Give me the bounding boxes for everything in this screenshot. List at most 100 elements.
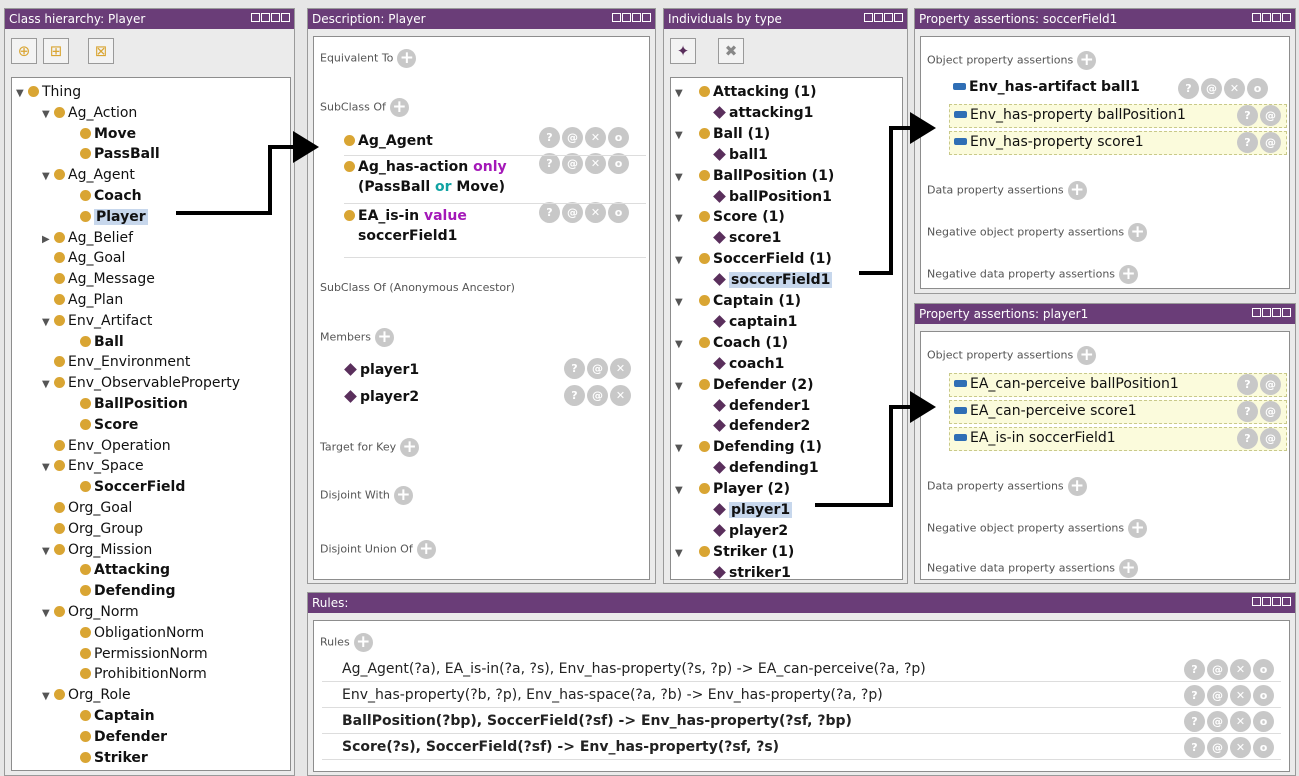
window-controls[interactable]	[251, 13, 290, 22]
rule-item[interactable]: Env_has-property(?b, ?p), Env_has-space(…	[322, 683, 1281, 708]
tree-node-thing[interactable]: ▼ Thing	[16, 82, 81, 103]
help-button[interactable]: ?	[564, 385, 585, 406]
expanded-toggle-icon[interactable]: ▼	[42, 541, 54, 562]
float-icon[interactable]	[1252, 308, 1261, 317]
expanded-toggle-icon[interactable]: ▼	[675, 334, 687, 355]
annotate-button[interactable]: @	[1207, 711, 1228, 732]
tree-node-prohibitionnorm[interactable]: ProhibitionNorm	[68, 664, 207, 685]
individual-node[interactable]: captain1	[713, 312, 797, 333]
delete-button[interactable]: ✕	[1230, 685, 1251, 706]
annotate-button[interactable]: @	[1260, 428, 1281, 449]
window-controls[interactable]	[1252, 13, 1291, 22]
window-controls[interactable]	[1252, 597, 1291, 606]
tree-node-org-group[interactable]: Org_Group	[42, 519, 143, 540]
delete-button[interactable]: ✕	[610, 385, 631, 406]
add-data-property-button[interactable]: +	[1067, 477, 1087, 496]
close-icon[interactable]	[1282, 308, 1291, 317]
delete-button[interactable]: ✕	[585, 127, 606, 148]
type-node[interactable]: ▼ Coach (1)	[675, 333, 788, 354]
tree-node-env-artifact[interactable]: ▼ Env_Artifact	[42, 311, 152, 332]
tree-node-ag-agent[interactable]: ▼ Ag_Agent	[42, 165, 135, 186]
add-negative-data-button[interactable]: +	[1119, 559, 1139, 578]
edit-button[interactable]: o	[1253, 659, 1274, 680]
close-icon[interactable]	[642, 13, 651, 22]
annotate-button[interactable]: @	[562, 202, 583, 223]
tree-node-obligationnorm[interactable]: ObligationNorm	[68, 623, 204, 644]
split-icon[interactable]	[622, 13, 631, 22]
close-icon[interactable]	[1282, 13, 1291, 22]
delete-button[interactable]: ✕	[585, 153, 606, 174]
tree-node-ag-action[interactable]: ▼ Ag_Action	[42, 103, 137, 124]
window-controls[interactable]	[612, 13, 651, 22]
add-disjoint-union-button[interactable]: +	[416, 540, 436, 559]
tree-node-org-mission[interactable]: ▼ Org_Mission	[42, 540, 152, 561]
type-node[interactable]: ▼ Captain (1)	[675, 291, 801, 312]
individual-node[interactable]: soccerField1	[713, 270, 833, 291]
tree-node-player[interactable]: Player	[68, 207, 148, 228]
edit-button[interactable]: o	[1253, 711, 1274, 732]
expanded-toggle-icon[interactable]: ▼	[675, 250, 687, 271]
add-subclass-button[interactable]: +	[389, 98, 409, 117]
help-button[interactable]: ?	[539, 127, 560, 148]
annotate-button[interactable]: @	[1207, 659, 1228, 680]
split-icon[interactable]	[874, 13, 883, 22]
split-icon[interactable]	[1262, 308, 1271, 317]
help-button[interactable]: ?	[1237, 428, 1258, 449]
tree-node-captain[interactable]: Captain	[68, 706, 155, 727]
float-icon[interactable]	[1252, 597, 1261, 606]
tree-node-env-operation[interactable]: Env_Operation	[42, 436, 171, 457]
split-icon[interactable]	[261, 13, 270, 22]
tree-node-env-environment[interactable]: Env_Environment	[42, 352, 190, 373]
annotate-button[interactable]: @	[562, 127, 583, 148]
tree-node-coach[interactable]: Coach	[68, 186, 142, 207]
annotate-button[interactable]: @	[562, 153, 583, 174]
close-icon[interactable]	[894, 13, 903, 22]
help-button[interactable]: ?	[1237, 374, 1258, 395]
float-icon[interactable]	[612, 13, 621, 22]
tree-node-move[interactable]: Move	[68, 124, 136, 145]
member-item[interactable]: player1	[344, 360, 419, 380]
annotate-button[interactable]: @	[1260, 374, 1281, 395]
add-rule-button[interactable]: +	[353, 633, 373, 652]
expanded-toggle-icon[interactable]: ▼	[42, 457, 54, 478]
expanded-toggle-icon[interactable]: ▼	[675, 438, 687, 459]
expanded-toggle-icon[interactable]: ▼	[675, 83, 687, 104]
add-object-property-button[interactable]: +	[1077, 51, 1097, 70]
edit-button[interactable]: o	[608, 153, 629, 174]
add-key-button[interactable]: +	[400, 438, 420, 457]
help-button[interactable]: ?	[564, 358, 585, 379]
edit-button[interactable]: o	[1253, 685, 1274, 706]
tree-node-ag-message[interactable]: Ag_Message	[42, 269, 155, 290]
individual-node[interactable]: player2	[713, 521, 788, 542]
individual-node[interactable]: attacking1	[713, 103, 813, 124]
delete-button[interactable]: ✕	[1230, 659, 1251, 680]
help-button[interactable]: ?	[1237, 401, 1258, 422]
type-node[interactable]: ▼ BallPosition (1)	[675, 166, 834, 187]
tree-node-org-norm[interactable]: ▼ Org_Norm	[42, 602, 139, 623]
edit-button[interactable]: o	[1247, 78, 1268, 99]
type-node[interactable]: ▼ Striker (1)	[675, 542, 794, 563]
tree-node-passball[interactable]: PassBall	[68, 144, 160, 165]
delete-button[interactable]: ✕	[1230, 737, 1251, 758]
collapsed-toggle-icon[interactable]: ▶	[42, 229, 54, 250]
add-subclass-button[interactable]: ⊕	[11, 38, 37, 64]
maximize-icon[interactable]	[271, 13, 280, 22]
add-member-button[interactable]: +	[374, 328, 394, 347]
tree-node-permissionnorm[interactable]: PermissionNorm	[68, 644, 208, 665]
help-button[interactable]: ?	[1237, 132, 1258, 153]
add-equivalent-button[interactable]: +	[397, 49, 417, 68]
tree-node-ag-belief[interactable]: ▶ Ag_Belief	[42, 228, 133, 249]
float-icon[interactable]	[251, 13, 260, 22]
expanded-toggle-icon[interactable]: ▼	[42, 686, 54, 707]
annotate-button[interactable]: @	[587, 385, 608, 406]
individual-node[interactable]: striker1	[713, 563, 791, 579]
edit-button[interactable]: o	[608, 127, 629, 148]
delete-class-button[interactable]: ⊠	[88, 38, 114, 64]
tree-node-org-goal[interactable]: Org_Goal	[42, 498, 132, 519]
window-controls[interactable]	[864, 13, 903, 22]
member-item[interactable]: player2	[344, 387, 419, 407]
individual-node[interactable]: defender1	[713, 396, 810, 417]
type-node[interactable]: ▼ Attacking (1)	[675, 82, 816, 103]
tree-node-soccerfield[interactable]: SoccerField	[68, 477, 185, 498]
annotate-button[interactable]: @	[1201, 78, 1222, 99]
